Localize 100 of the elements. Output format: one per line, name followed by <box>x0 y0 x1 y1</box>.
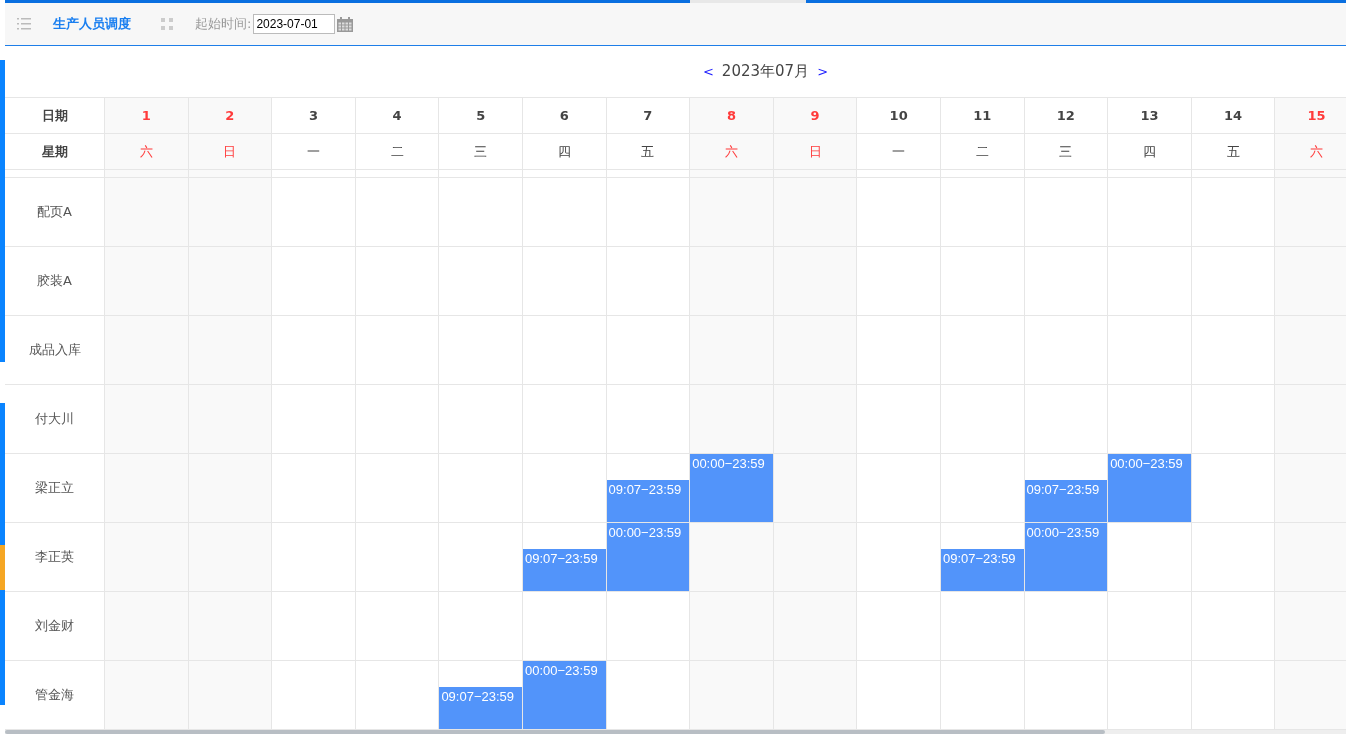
schedule-cell[interactable] <box>355 454 440 523</box>
schedule-cell[interactable] <box>188 592 273 661</box>
schedule-cell[interactable] <box>105 592 189 661</box>
schedule-cell[interactable] <box>272 385 356 454</box>
schedule-cell[interactable] <box>188 523 273 592</box>
schedule-cell[interactable] <box>1191 454 1276 523</box>
shift-block[interactable]: 00:00−23:59 <box>690 454 773 522</box>
schedule-cell[interactable] <box>105 316 189 385</box>
schedule-cell[interactable] <box>522 454 607 523</box>
schedule-cell[interactable] <box>188 178 273 247</box>
shift-block[interactable]: 09:07−23:59 <box>439 686 522 729</box>
shift-block[interactable]: 00:00−23:59 <box>1108 454 1191 522</box>
schedule-cell[interactable] <box>606 178 691 247</box>
grip-icon[interactable] <box>161 18 173 30</box>
schedule-cell[interactable] <box>606 661 691 730</box>
schedule-cell[interactable] <box>105 385 189 454</box>
schedule-cell[interactable] <box>522 178 607 247</box>
schedule-cell[interactable] <box>355 523 440 592</box>
schedule-cell[interactable] <box>857 661 941 730</box>
schedule-cell[interactable] <box>188 454 273 523</box>
schedule-cell[interactable] <box>1024 592 1109 661</box>
schedule-cell[interactable] <box>522 385 607 454</box>
schedule-cell[interactable] <box>1108 385 1192 454</box>
schedule-cell[interactable] <box>439 385 523 454</box>
schedule-cell[interactable] <box>355 178 440 247</box>
start-date-field[interactable]: 2023-07-01 <box>253 14 336 34</box>
shift-block[interactable]: 09:07−23:59 <box>940 548 1024 591</box>
schedule-cell[interactable] <box>940 385 1025 454</box>
shift-block[interactable]: 09:07−23:59 <box>1024 479 1108 522</box>
schedule-cell[interactable] <box>773 385 858 454</box>
schedule-cell[interactable] <box>1024 178 1109 247</box>
schedule-cell[interactable] <box>1275 454 1346 523</box>
schedule-cell[interactable] <box>773 247 858 316</box>
schedule-cell[interactable] <box>105 247 189 316</box>
schedule-cell[interactable]: 09:07−23:59 <box>439 661 523 730</box>
schedule-cell[interactable]: 09:07−23:59 <box>522 523 607 592</box>
prev-month-link[interactable]: < <box>702 64 714 79</box>
schedule-cell[interactable] <box>857 454 941 523</box>
schedule-cell[interactable] <box>690 592 774 661</box>
schedule-cell[interactable]: 09:07−23:59 <box>940 523 1025 592</box>
schedule-cell[interactable] <box>105 178 189 247</box>
schedule-cell[interactable] <box>105 661 189 730</box>
schedule-cell[interactable] <box>940 661 1025 730</box>
schedule-cell[interactable] <box>355 385 440 454</box>
schedule-cell[interactable] <box>188 247 273 316</box>
schedule-cell[interactable] <box>690 385 774 454</box>
schedule-cell[interactable] <box>857 178 941 247</box>
schedule-cell[interactable] <box>773 592 858 661</box>
schedule-cell[interactable] <box>188 316 273 385</box>
schedule-cell[interactable] <box>690 661 774 730</box>
schedule-cell[interactable] <box>1024 385 1109 454</box>
schedule-cell[interactable] <box>606 247 691 316</box>
schedule-cell[interactable] <box>272 316 356 385</box>
schedule-cell[interactable] <box>857 592 941 661</box>
schedule-cell[interactable] <box>690 178 774 247</box>
schedule-cell[interactable] <box>272 178 356 247</box>
schedule-cell[interactable] <box>1275 592 1346 661</box>
schedule-cell[interactable] <box>773 178 858 247</box>
schedule-cell[interactable] <box>439 247 523 316</box>
schedule-cell[interactable] <box>857 247 941 316</box>
schedule-cell[interactable] <box>522 592 607 661</box>
schedule-cell[interactable] <box>1191 592 1276 661</box>
schedule-cell[interactable] <box>439 523 523 592</box>
schedule-cell[interactable] <box>355 316 440 385</box>
shift-block[interactable]: 00:00−23:59 <box>1024 523 1108 591</box>
schedule-cell[interactable] <box>606 385 691 454</box>
schedule-cell[interactable] <box>1108 247 1192 316</box>
schedule-cell[interactable] <box>439 454 523 523</box>
schedule-cell[interactable] <box>272 592 356 661</box>
schedule-cell[interactable] <box>690 316 774 385</box>
schedule-cell[interactable] <box>940 178 1025 247</box>
schedule-cell[interactable] <box>1275 247 1346 316</box>
schedule-cell[interactable] <box>940 592 1025 661</box>
schedule-cell[interactable] <box>1191 523 1276 592</box>
schedule-cell[interactable] <box>1191 316 1276 385</box>
horizontal-scrollbar[interactable] <box>5 730 1346 734</box>
schedule-cell[interactable] <box>940 316 1025 385</box>
schedule-cell[interactable] <box>105 523 189 592</box>
schedule-cell[interactable] <box>272 247 356 316</box>
schedule-cell[interactable] <box>773 523 858 592</box>
schedule-cell[interactable] <box>1191 247 1276 316</box>
schedule-cell[interactable] <box>606 592 691 661</box>
schedule-cell[interactable] <box>272 454 356 523</box>
schedule-cell[interactable] <box>439 592 523 661</box>
schedule-cell[interactable] <box>1108 178 1192 247</box>
schedule-cell[interactable] <box>355 661 440 730</box>
schedule-cell[interactable] <box>857 385 941 454</box>
schedule-cell[interactable]: 09:07−23:59 <box>1024 454 1109 523</box>
schedule-cell[interactable] <box>1024 316 1109 385</box>
schedule-cell[interactable] <box>1191 178 1276 247</box>
schedule-cell[interactable] <box>272 661 356 730</box>
schedule-cell[interactable] <box>1108 592 1192 661</box>
schedule-cell[interactable] <box>857 316 941 385</box>
schedule-cell[interactable] <box>188 385 273 454</box>
schedule-cell[interactable] <box>857 523 941 592</box>
schedule-cell[interactable] <box>1108 661 1192 730</box>
schedule-cell[interactable] <box>1275 523 1346 592</box>
schedule-cell[interactable] <box>1108 316 1192 385</box>
schedule-cell[interactable] <box>1275 316 1346 385</box>
schedule-cell[interactable] <box>522 247 607 316</box>
